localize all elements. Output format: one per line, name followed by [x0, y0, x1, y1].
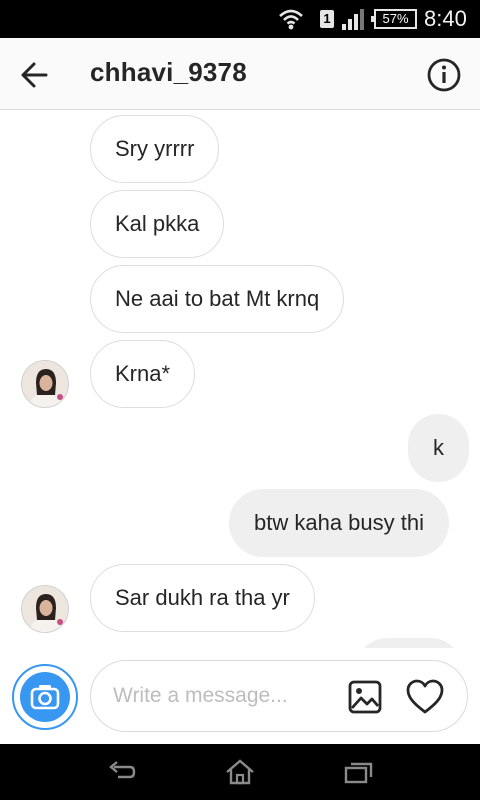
- profile-photo: [22, 361, 68, 407]
- signal-icon: [342, 9, 364, 30]
- message-bubble-outgoing-partial[interactable]: [354, 638, 464, 648]
- arrow-left-icon: [21, 62, 48, 88]
- message-bubble-incoming[interactable]: Kal pkka: [90, 190, 225, 258]
- message-field[interactable]: [90, 660, 468, 732]
- message-bubble-outgoing[interactable]: k: [408, 414, 469, 482]
- message-bubble-incoming[interactable]: Krna*: [90, 340, 196, 408]
- image-icon: [348, 680, 382, 714]
- system-nav-bar: [0, 744, 480, 800]
- chat-header: chhavi_9378: [0, 38, 480, 110]
- sender-avatar[interactable]: [21, 360, 69, 408]
- gallery-button[interactable]: [347, 679, 383, 715]
- camera-button-fill: [20, 672, 70, 722]
- nav-recents-button[interactable]: [342, 758, 376, 786]
- status-bar: 1 57% 8:40: [0, 0, 480, 38]
- info-button[interactable]: [426, 57, 462, 93]
- message-thread[interactable]: Sry yrrrr Kal pkka Ne aai to bat Mt krnq…: [0, 111, 480, 648]
- info-icon: [427, 58, 461, 92]
- nav-back-button[interactable]: [104, 758, 138, 786]
- message-bubble-incoming[interactable]: Ne aai to bat Mt krnq: [90, 265, 345, 333]
- profile-photo: [22, 586, 68, 632]
- clock: 8:40: [424, 6, 467, 31]
- camera-button[interactable]: [12, 664, 78, 730]
- message-bubble-outgoing[interactable]: btw kaha busy thi: [229, 489, 449, 557]
- nav-back-icon: [109, 761, 136, 779]
- nav-recents-icon: [344, 762, 373, 784]
- battery-indicator: 57%: [371, 9, 417, 29]
- conversation-username[interactable]: chhavi_9378: [90, 57, 247, 88]
- like-button[interactable]: [405, 678, 445, 716]
- camera-icon: [30, 685, 60, 710]
- message-composer: [0, 648, 480, 744]
- message-bubble-incoming[interactable]: Sar dukh ra tha yr: [90, 564, 315, 632]
- sim-indicator: 1: [320, 10, 334, 28]
- sender-avatar[interactable]: [21, 585, 69, 633]
- heart-icon: [406, 679, 444, 714]
- message-input[interactable]: [113, 679, 343, 713]
- back-button[interactable]: [18, 58, 52, 92]
- message-bubble-incoming[interactable]: Sry yrrrr: [90, 115, 220, 183]
- nav-home-icon: [226, 759, 254, 785]
- nav-home-button[interactable]: [223, 758, 257, 786]
- wifi-icon: [279, 9, 303, 30]
